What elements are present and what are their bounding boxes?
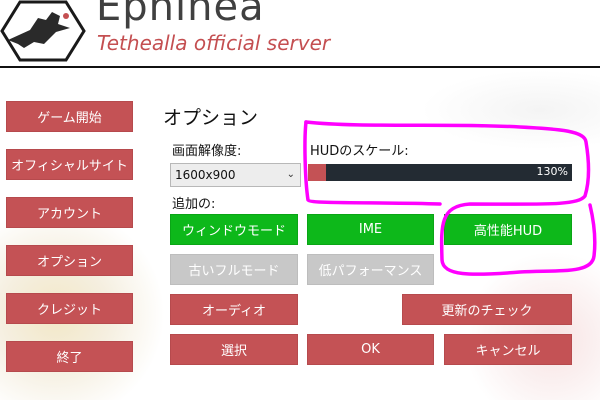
window-mode-toggle[interactable]: ウィンドウモード [170, 214, 298, 245]
app-title: Epninea [96, 0, 265, 30]
app-subtitle: Tethealla official server [97, 31, 331, 55]
hud-scale-value: 130% [536, 165, 568, 178]
hud-scale-label: HUDのスケール: [310, 144, 409, 159]
high-perf-hud-toggle[interactable]: 高性能HUD [444, 214, 572, 245]
official-site-button[interactable]: オフィシャルサイト [6, 149, 133, 180]
resolution-select[interactable]: 1600x900 ⌄ [170, 163, 301, 187]
audio-button[interactable]: オーディオ [170, 294, 298, 325]
ime-toggle[interactable]: IME [307, 214, 434, 245]
header-divider [0, 66, 600, 68]
extras-label: 追加の: [172, 197, 216, 212]
logo-icon [0, 0, 86, 62]
background-artwork-right [470, 250, 600, 400]
hud-scale-slider[interactable]: 130% [308, 164, 572, 181]
account-button[interactable]: アカウント [6, 197, 133, 228]
resolution-value: 1600x900 [175, 168, 236, 182]
options-button[interactable]: オプション [6, 245, 133, 276]
check-updates-button[interactable]: 更新のチェック [402, 294, 572, 325]
background-artwork-top [420, 70, 600, 150]
ok-button[interactable]: OK [307, 334, 434, 365]
start-game-button[interactable]: ゲーム開始 [6, 101, 133, 132]
launcher-window: Epninea Tethealla official server ゲーム開始 … [0, 0, 600, 404]
options-title: オプション [163, 107, 259, 129]
resolution-label: 画面解像度: [172, 144, 242, 159]
credits-button[interactable]: クレジット [6, 293, 133, 324]
low-performance-toggle[interactable]: 低パフォーマンス [307, 254, 434, 285]
hud-scale-fill [308, 164, 327, 181]
exit-button[interactable]: 終了 [6, 341, 133, 372]
old-fullscreen-toggle[interactable]: 古いフルモード [170, 254, 298, 285]
chevron-down-icon: ⌄ [286, 169, 295, 180]
cancel-button[interactable]: キャンセル [444, 334, 572, 365]
select-button[interactable]: 選択 [170, 334, 298, 365]
